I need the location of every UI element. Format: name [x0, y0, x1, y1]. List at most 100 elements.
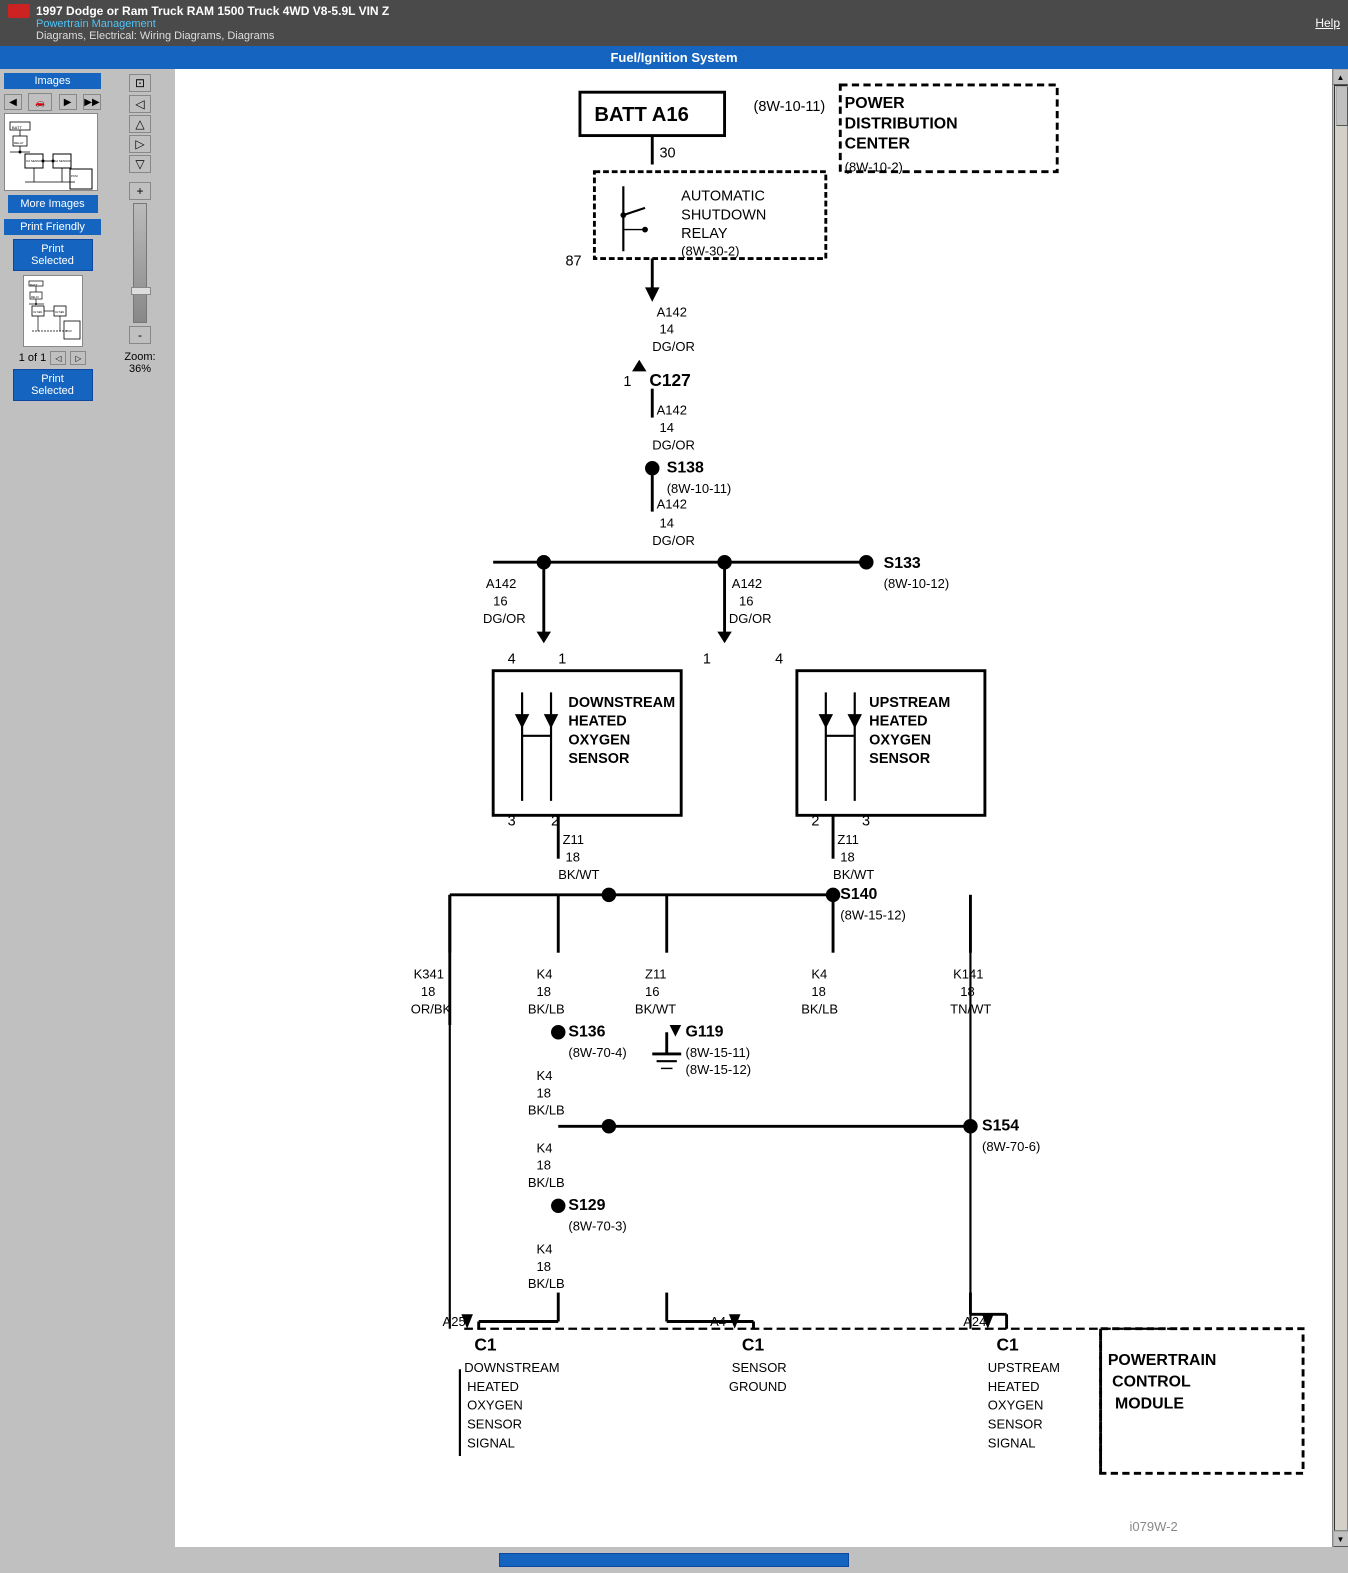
right-scrollbar[interactable]: ▲ ▼	[1332, 69, 1348, 1547]
svg-text:SENSOR: SENSOR	[988, 1417, 1043, 1432]
svg-text:POWERTRAIN: POWERTRAIN	[1108, 1352, 1217, 1369]
svg-text:OR/BK: OR/BK	[411, 1001, 452, 1016]
svg-text:(8W-15-11): (8W-15-11)	[686, 1045, 751, 1060]
print-thumbnail-svg: BATT RELAY O2 SEN O2 SEN PCM	[24, 276, 82, 346]
more-images-button[interactable]: More Images	[8, 195, 98, 213]
svg-text:(8W-15-12): (8W-15-12)	[840, 907, 906, 922]
svg-text:Z11: Z11	[837, 832, 858, 847]
svg-text:SHUTDOWN: SHUTDOWN	[681, 207, 766, 223]
tab-label[interactable]: Fuel/Ignition System	[610, 50, 737, 65]
svg-text:OXYGEN: OXYGEN	[467, 1398, 523, 1413]
svg-text:4: 4	[508, 651, 516, 667]
svg-text:4: 4	[775, 651, 783, 667]
svg-text:BK/WT: BK/WT	[558, 867, 599, 882]
scroll-up-button[interactable]: ▲	[1333, 69, 1348, 85]
zoom-nav-up[interactable]: △	[129, 115, 151, 133]
svg-text:C1: C1	[474, 1334, 497, 1354]
svg-text:SIGNAL: SIGNAL	[988, 1435, 1036, 1450]
header-left: 1997 Dodge or Ram Truck RAM 1500 Truck 4…	[8, 4, 389, 42]
svg-text:BATT: BATT	[12, 125, 22, 130]
svg-text:14: 14	[659, 420, 673, 435]
svg-text:BATT A16: BATT A16	[594, 104, 688, 126]
zoom-out-button[interactable]: -	[129, 326, 151, 344]
diagram-area[interactable]: BATT A16 (8W-10-11) POWER DISTRIBUTION C…	[175, 69, 1332, 1547]
svg-text:O2 SEN: O2 SEN	[55, 311, 64, 314]
svg-text:18: 18	[537, 1085, 551, 1100]
svg-text:BK/LB: BK/LB	[528, 1001, 565, 1016]
svg-text:1: 1	[623, 374, 631, 390]
svg-text:SENSOR: SENSOR	[568, 751, 630, 767]
prev-page-button[interactable]: ◁	[50, 351, 66, 365]
svg-text:3: 3	[508, 813, 516, 829]
print-selected-button-1[interactable]: Print Selected	[13, 239, 93, 271]
vehicle-name: 1997 Dodge or Ram Truck RAM 1500 Truck 4…	[36, 4, 389, 18]
svg-text:S140: S140	[840, 886, 877, 903]
header-title: 1997 Dodge or Ram Truck RAM 1500 Truck 4…	[8, 4, 389, 18]
svg-text:87: 87	[565, 254, 581, 270]
print-thumbnail-container: BATT RELAY O2 SEN O2 SEN PCM	[23, 275, 83, 347]
next-image-button[interactable]: ▶	[59, 94, 77, 110]
zoom-nav-right[interactable]: ▷	[129, 135, 151, 153]
powertrain-link[interactable]: Powertrain Management	[8, 18, 389, 30]
scroll-thumb[interactable]	[1336, 86, 1348, 126]
svg-text:BK/LB: BK/LB	[528, 1175, 565, 1190]
svg-text:(8W-10-11): (8W-10-11)	[667, 481, 732, 496]
svg-text:HEATED: HEATED	[568, 714, 626, 730]
svg-text:UPSTREAM: UPSTREAM	[869, 695, 950, 711]
svg-text:S133: S133	[884, 555, 921, 572]
svg-text:K341: K341	[414, 967, 444, 982]
help-link[interactable]: Help	[1315, 16, 1340, 30]
svg-text:16: 16	[645, 984, 659, 999]
zoom-thumb[interactable]	[131, 287, 151, 295]
svg-text:i079W-2: i079W-2	[1130, 1519, 1178, 1534]
svg-text:DISTRIBUTION: DISTRIBUTION	[845, 115, 958, 132]
svg-text:A142: A142	[657, 497, 687, 512]
zoom-fit-button[interactable]: ⊡	[129, 74, 151, 92]
wiring-diagram-svg: BATT A16 (8W-10-11) POWER DISTRIBUTION C…	[175, 69, 1332, 1547]
zoom-text: Zoom:	[124, 351, 155, 363]
svg-text:S154: S154	[982, 1118, 1019, 1135]
thumbnail-image[interactable]: BATT RELAY O2 SENSOR O2 SENSOR PCM	[4, 113, 98, 191]
svg-text:18: 18	[811, 984, 825, 999]
svg-text:2: 2	[811, 813, 819, 829]
svg-text:C1: C1	[742, 1334, 765, 1354]
svg-text:Z11: Z11	[645, 967, 666, 982]
svg-text:DG/OR: DG/OR	[652, 533, 695, 548]
svg-text:BATT: BATT	[30, 283, 38, 287]
page-number: 1 of 1	[19, 352, 47, 364]
svg-text:(8W-10-2): (8W-10-2)	[845, 160, 903, 175]
svg-text:18: 18	[421, 984, 435, 999]
scroll-down-button[interactable]: ▼	[1333, 1531, 1348, 1547]
svg-text:PCM: PCM	[71, 174, 78, 178]
svg-text:(8W-10-12): (8W-10-12)	[884, 576, 950, 591]
zoom-in-button[interactable]: +	[129, 182, 151, 200]
thumbnail-svg: BATT RELAY O2 SENSOR O2 SENSOR PCM	[5, 114, 98, 191]
svg-text:OXYGEN: OXYGEN	[568, 732, 630, 748]
svg-text:(8W-10-11): (8W-10-11)	[754, 99, 826, 115]
scroll-track[interactable]	[1334, 85, 1348, 1531]
zoom-nav-left[interactable]: ◁	[129, 95, 151, 113]
svg-text:A142: A142	[657, 403, 687, 418]
print-selected-button-2[interactable]: Print Selected	[13, 369, 93, 401]
next-page-button[interactable]: ▷	[70, 351, 86, 365]
images-section-label: Images	[4, 73, 101, 89]
svg-text:30: 30	[659, 145, 675, 161]
svg-text:18: 18	[537, 1158, 551, 1173]
vehicle-icon	[8, 4, 30, 18]
svg-text:SENSOR: SENSOR	[732, 1360, 787, 1375]
svg-text:UPSTREAM: UPSTREAM	[988, 1360, 1060, 1375]
breadcrumb: Diagrams, Electrical: Wiring Diagrams, D…	[8, 30, 389, 42]
svg-text:A142: A142	[486, 576, 516, 591]
prev-image-button[interactable]: ◀	[4, 94, 22, 110]
svg-text:MODULE: MODULE	[1115, 1395, 1184, 1412]
svg-text:O2 SEN: O2 SEN	[33, 311, 42, 314]
last-image-button[interactable]: ▶▶	[83, 94, 101, 110]
svg-text:C1: C1	[996, 1334, 1019, 1354]
svg-text:(8W-70-6): (8W-70-6)	[982, 1139, 1040, 1154]
svg-text:DG/OR: DG/OR	[729, 611, 772, 626]
zoom-nav-down[interactable]: ▽	[129, 155, 151, 173]
svg-text:GROUND: GROUND	[729, 1379, 787, 1394]
zoom-track[interactable]	[133, 203, 147, 323]
svg-text:18: 18	[960, 984, 974, 999]
svg-text:RELAY: RELAY	[31, 296, 39, 299]
